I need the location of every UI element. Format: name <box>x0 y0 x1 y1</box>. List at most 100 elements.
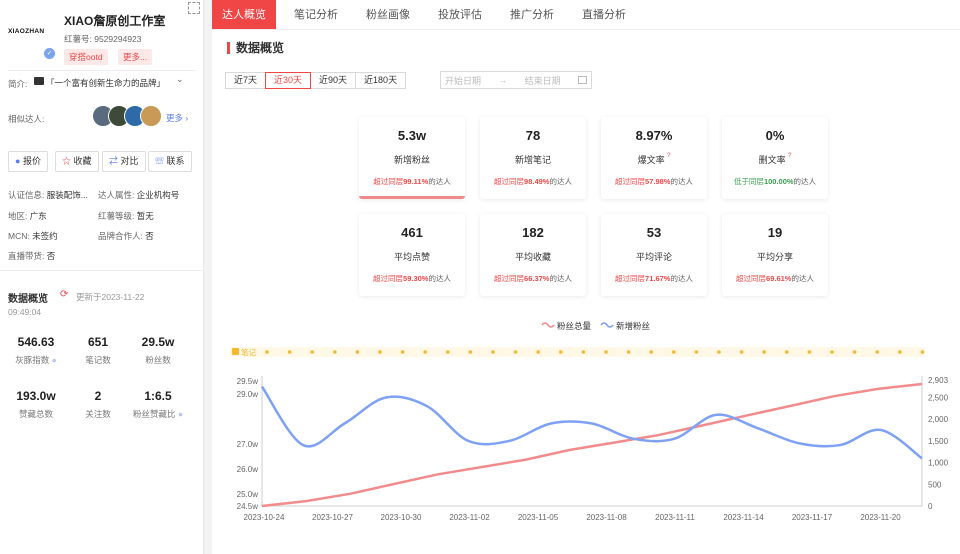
card-avg-likes[interactable]: 461 平均点赞 超过同层59.30%的达人 <box>359 214 465 296</box>
favorite-button[interactable]: ☆ 收藏 <box>55 151 99 172</box>
legend-new-label[interactable]: 新增粉丝 <box>616 321 651 331</box>
note-dot[interactable] <box>852 350 857 354</box>
info-attr-value: 企业机构号 <box>136 190 180 200</box>
info-auth-key: 认证信息: <box>8 190 45 200</box>
note-dot[interactable] <box>604 350 608 354</box>
info-icon[interactable]: ● <box>52 355 57 365</box>
tab-fans[interactable]: 粉丝画像 <box>356 0 420 29</box>
note-dot[interactable] <box>287 350 292 354</box>
note-dot[interactable] <box>581 350 586 354</box>
more-tags-button[interactable]: 更多... <box>118 49 153 65</box>
chevron-down-icon[interactable]: ⌄ <box>176 74 184 85</box>
note-dot[interactable] <box>830 350 834 354</box>
card-new-notes[interactable]: 78 新增笔记 超过同层98.49%的达人 <box>480 117 586 199</box>
note-dot[interactable] <box>468 350 473 354</box>
main-content: 达人概览 笔记分析 粉丝画像 投放评估 推广分析 直播分析 数据概览 近7天 近… <box>212 0 960 554</box>
similar-more-link[interactable]: 更多 › <box>166 112 188 124</box>
note-dot[interactable] <box>694 350 699 354</box>
note-dot[interactable] <box>559 350 563 354</box>
card-compare: 超过同层71.67%的达人 <box>601 273 707 284</box>
note-dot[interactable] <box>513 350 518 354</box>
note-dot[interactable] <box>310 350 314 354</box>
fans-trend-chart[interactable]: 粉丝总量 新增粉丝 笔记 29.5w 29.0w 27.0w 26.0w 25.0w 24… <box>212 314 960 554</box>
right-tick-label: 2,903 <box>928 376 949 385</box>
legend-total-swatch[interactable] <box>541 322 555 328</box>
tab-notes[interactable]: 笔记分析 <box>284 0 348 29</box>
note-dot[interactable] <box>355 350 360 354</box>
note-dot[interactable] <box>378 350 382 354</box>
contact-button[interactable]: ☏ 联系 <box>148 151 192 172</box>
similar-avatars[interactable] <box>92 105 162 127</box>
info-level-key: 红薯等级: <box>98 211 135 221</box>
end-date-input[interactable]: 结束日期 <box>525 74 561 87</box>
note-dot[interactable] <box>785 350 789 354</box>
card-avg-shares[interactable]: 19 平均分享 超过同层69.61%的达人 <box>722 214 828 296</box>
left-tick-label: 29.0w <box>237 390 259 399</box>
compare-suffix: 的达人 <box>670 177 693 186</box>
note-dot[interactable] <box>875 350 879 354</box>
stat-likes-label: 赞藏总数 <box>18 409 53 419</box>
tab-promotion[interactable]: 推广分析 <box>500 0 564 29</box>
note-dot[interactable] <box>739 350 744 354</box>
x-tick-label: 2023-11-02 <box>449 513 490 522</box>
info-icon[interactable]: ● <box>178 409 183 419</box>
range-180d[interactable]: 近180天 <box>355 72 407 89</box>
qr-code-icon[interactable] <box>188 2 200 14</box>
info-region-key: 地区: <box>8 211 28 221</box>
note-dot[interactable] <box>898 350 902 354</box>
range-7d[interactable]: 近7天 <box>225 72 267 89</box>
tab-delivery[interactable]: 投放评估 <box>428 0 492 29</box>
note-dot[interactable] <box>672 350 676 354</box>
info-level-value: 暂无 <box>136 211 154 221</box>
note-dot[interactable] <box>649 350 653 354</box>
note-dot[interactable] <box>400 350 405 354</box>
update-time-2: 09:49:04 <box>8 307 42 317</box>
note-dot[interactable] <box>807 350 812 354</box>
right-tick-label: 1,000 <box>928 459 949 468</box>
similar-label: 相似达人: <box>8 114 45 124</box>
stat-fans: 29.5w 粉丝数 <box>128 335 188 366</box>
calendar-icon[interactable] <box>577 76 587 84</box>
tab-overview[interactable]: 达人概览 <box>212 0 276 29</box>
help-icon[interactable]: ? <box>667 153 670 159</box>
card-label: 删文率 <box>758 155 786 165</box>
x-tick-label: 2023-11-20 <box>860 513 901 522</box>
legend-total-label[interactable]: 粉丝总量 <box>557 321 592 331</box>
card-avg-comments[interactable]: 53 平均评论 超过同层71.67%的达人 <box>601 214 707 296</box>
note-dot[interactable] <box>446 350 450 354</box>
compare-suffix: 的达人 <box>670 274 693 283</box>
compare-prefix: 超过同层 <box>373 274 404 283</box>
note-dot[interactable] <box>626 350 631 354</box>
info-mcn-value: 未签约 <box>32 231 58 241</box>
date-range-picker[interactable]: 开始日期 → 结束日期 <box>440 71 592 89</box>
card-label: 平均评论 <box>635 252 672 262</box>
quote-button[interactable]: ● 报价 <box>8 151 48 172</box>
card-value: 78 <box>525 128 541 143</box>
note-dot[interactable] <box>762 350 766 354</box>
card-new-fans[interactable]: 5.3w 新增粉丝 超过同层99.11%的达人 <box>359 117 465 199</box>
note-dot[interactable] <box>536 350 540 354</box>
legend-new-swatch[interactable] <box>600 322 614 328</box>
range-90d[interactable]: 近90天 <box>310 72 357 89</box>
card-compare: 低于同层100.00%的达人 <box>722 176 828 187</box>
note-dot[interactable] <box>333 350 337 354</box>
help-icon[interactable]: ? <box>788 153 791 159</box>
refresh-icon[interactable]: ⟳ <box>60 289 68 300</box>
card-delete-rate[interactable]: 0% 删文率 ? 低于同层100.00%的达人 <box>722 117 828 199</box>
card-value: 182 <box>522 225 544 240</box>
tab-live[interactable]: 直播分析 <box>572 0 636 29</box>
note-dot[interactable] <box>265 350 269 354</box>
range-30d[interactable]: 近30天 <box>265 72 312 89</box>
note-dot[interactable] <box>920 350 925 354</box>
compare-prefix: 超过同层 <box>494 177 525 186</box>
card-viral-rate[interactable]: 8.97% 爆文率 ? 超过同层57.98%的达人 <box>601 117 707 199</box>
note-dot[interactable] <box>717 350 721 354</box>
start-date-input[interactable]: 开始日期 <box>445 74 481 87</box>
note-dot[interactable] <box>423 350 427 354</box>
right-tick-label: 500 <box>928 480 942 489</box>
avatar[interactable] <box>140 105 162 127</box>
card-avg-collects[interactable]: 182 平均收藏 超过同层66.37%的达人 <box>480 214 586 296</box>
note-dot[interactable] <box>491 350 495 354</box>
compare-button[interactable]: ⇄ 对比 <box>102 151 146 172</box>
arrow-icon: → <box>498 75 508 85</box>
